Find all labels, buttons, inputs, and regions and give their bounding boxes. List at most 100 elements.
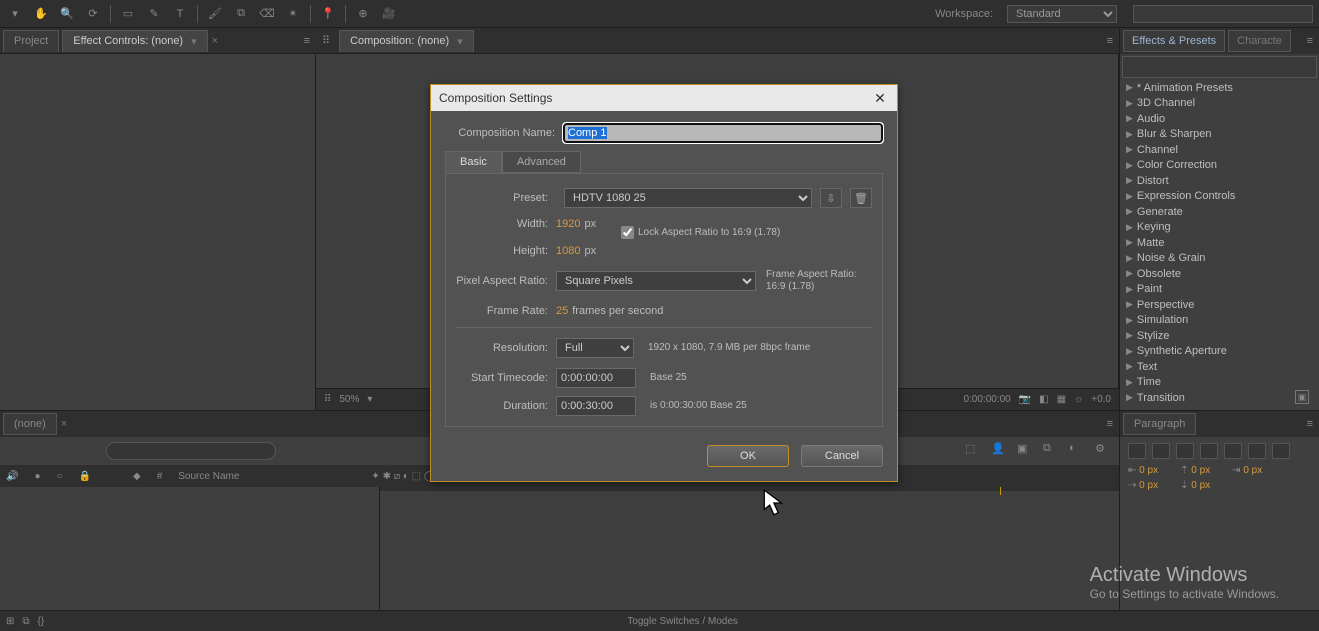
- justify-last-center-button[interactable]: [1224, 443, 1242, 459]
- composition-name-input[interactable]: [563, 123, 883, 143]
- effects-category[interactable]: ▶Simulation: [1120, 313, 1319, 329]
- dialog-titlebar[interactable]: Composition Settings ✕: [431, 85, 897, 111]
- brackets-icon[interactable]: {}: [38, 616, 45, 627]
- close-icon[interactable]: ✕: [871, 89, 889, 107]
- ok-button[interactable]: OK: [707, 445, 789, 467]
- panel-grip-icon[interactable]: ⠿: [316, 34, 336, 47]
- close-icon[interactable]: ×: [57, 418, 71, 430]
- zoom-tool-icon[interactable]: 🔍: [58, 5, 76, 23]
- delete-preset-icon[interactable]: 🗑: [850, 188, 872, 208]
- eraser-tool-icon[interactable]: ⌫: [258, 5, 276, 23]
- tab-advanced[interactable]: Advanced: [502, 151, 581, 173]
- panel-menu-icon[interactable]: ≡: [1301, 35, 1319, 47]
- effects-category[interactable]: ▶Noise & Grain: [1120, 251, 1319, 267]
- snapshot-icon[interactable]: 📷: [1019, 394, 1031, 405]
- shy-icon[interactable]: 👤: [991, 442, 1009, 460]
- brainstorm-icon[interactable]: ⚙: [1095, 442, 1113, 460]
- effects-category[interactable]: ▶Blur & Sharpen: [1120, 127, 1319, 143]
- align-left-button[interactable]: [1128, 443, 1146, 459]
- tab-composition[interactable]: Composition: (none)▾: [339, 30, 474, 52]
- stamp-tool-icon[interactable]: ⧉: [232, 5, 250, 23]
- draft3d-icon[interactable]: ▣: [1017, 442, 1035, 460]
- effects-category[interactable]: ▶Distort: [1120, 173, 1319, 189]
- panel-menu-icon[interactable]: ≡: [298, 35, 316, 47]
- rect-tool-icon[interactable]: ▭: [119, 5, 137, 23]
- tab-effect-controls[interactable]: Effect Controls: (none)▾: [62, 30, 207, 52]
- indent-left-value[interactable]: 0 px: [1139, 465, 1158, 476]
- audio-icon[interactable]: 🔊: [6, 471, 18, 482]
- effects-category[interactable]: ▶* Animation Presets: [1120, 80, 1319, 96]
- par-select[interactable]: Square Pixels: [556, 271, 756, 291]
- camera-tool-icon[interactable]: 🎥: [380, 5, 398, 23]
- tab-basic[interactable]: Basic: [445, 151, 502, 173]
- type-tool-icon[interactable]: T: [171, 5, 189, 23]
- source-name-header[interactable]: Source Name: [178, 471, 239, 482]
- time-indicator[interactable]: [1000, 487, 1001, 495]
- preset-select[interactable]: HDTV 1080 25: [564, 188, 812, 208]
- effects-category[interactable]: ▶Channel: [1120, 142, 1319, 158]
- new-bin-icon[interactable]: ▣: [1295, 390, 1309, 404]
- timeline-ruler[interactable]: [380, 487, 1119, 610]
- tab-timeline-none[interactable]: (none): [3, 413, 57, 435]
- tab-paragraph[interactable]: Paragraph: [1123, 413, 1196, 435]
- hand-tool-icon[interactable]: ✋: [32, 5, 50, 23]
- render-icon[interactable]: ⧉: [22, 616, 29, 627]
- dropdown-icon[interactable]: ▾: [453, 35, 463, 48]
- effects-category[interactable]: ▶Generate: [1120, 204, 1319, 220]
- label-icon[interactable]: ◆: [133, 471, 141, 482]
- justify-last-left-button[interactable]: [1200, 443, 1218, 459]
- lock-aspect-checkbox[interactable]: [621, 226, 634, 239]
- panel-menu-icon[interactable]: ≡: [1301, 418, 1319, 430]
- rotate-tool-icon[interactable]: ⟳: [84, 5, 102, 23]
- effects-category[interactable]: ▶Perspective: [1120, 297, 1319, 313]
- tab-project[interactable]: Project: [3, 30, 59, 52]
- close-icon[interactable]: ×: [208, 35, 222, 47]
- start-timecode-input[interactable]: [556, 368, 636, 388]
- lock-icon[interactable]: 🔒: [79, 471, 91, 482]
- effects-category[interactable]: ▶Transition: [1120, 390, 1319, 406]
- space-after-value[interactable]: 0 px: [1191, 480, 1210, 491]
- graph-icon[interactable]: ⬚: [965, 442, 983, 460]
- panel-menu-icon[interactable]: ≡: [1101, 35, 1119, 47]
- space-before-value[interactable]: 0 px: [1191, 465, 1210, 476]
- dropdown-icon[interactable]: ▾: [187, 35, 197, 48]
- motionblur-icon[interactable]: ◐: [1069, 442, 1087, 460]
- axis-tool-icon[interactable]: ⊕: [354, 5, 372, 23]
- align-right-button[interactable]: [1176, 443, 1194, 459]
- puppet-tool-icon[interactable]: 📍: [319, 5, 337, 23]
- save-preset-icon[interactable]: ⇩: [820, 188, 842, 208]
- expand-icon[interactable]: ⊞: [6, 616, 14, 627]
- width-value[interactable]: 1920: [556, 218, 580, 230]
- cancel-button[interactable]: Cancel: [801, 445, 883, 467]
- selection-tool-icon[interactable]: ▾: [6, 5, 24, 23]
- workspace-select[interactable]: Standard: [1007, 5, 1117, 23]
- align-center-button[interactable]: [1152, 443, 1170, 459]
- effects-category[interactable]: ▶Synthetic Aperture: [1120, 344, 1319, 360]
- effects-search-input[interactable]: [1122, 56, 1317, 78]
- layer-search-input[interactable]: [106, 442, 276, 460]
- zoom-readout[interactable]: 50%: [339, 394, 359, 405]
- first-line-value[interactable]: 0 px: [1139, 480, 1158, 491]
- justify-last-right-button[interactable]: [1248, 443, 1266, 459]
- effects-category[interactable]: ▶Paint: [1120, 282, 1319, 298]
- effects-category[interactable]: ▶Matte: [1120, 235, 1319, 251]
- roto-tool-icon[interactable]: ✴: [284, 5, 302, 23]
- effects-category[interactable]: ▶Expression Controls: [1120, 189, 1319, 205]
- effects-category[interactable]: ▶Audio: [1120, 111, 1319, 127]
- effects-category[interactable]: ▶Color Correction: [1120, 158, 1319, 174]
- solo-icon[interactable]: ○: [57, 471, 63, 482]
- exposure-icon[interactable]: ☼: [1074, 394, 1083, 405]
- exposure-readout[interactable]: +0.0: [1091, 394, 1111, 405]
- effects-category[interactable]: ▶Obsolete: [1120, 266, 1319, 282]
- help-search-input[interactable]: [1133, 5, 1313, 23]
- grid-icon[interactable]: ▦: [1057, 394, 1066, 405]
- timecode-readout[interactable]: 0:00:00:00: [963, 394, 1010, 405]
- pen-tool-icon[interactable]: ✎: [145, 5, 163, 23]
- effects-category[interactable]: ▶3D Channel: [1120, 96, 1319, 112]
- dropdown-icon[interactable]: ▾: [367, 394, 372, 405]
- brush-tool-icon[interactable]: 🖌: [206, 5, 224, 23]
- effects-category[interactable]: ▶Text: [1120, 359, 1319, 375]
- tab-effects-presets[interactable]: Effects & Presets: [1123, 30, 1225, 52]
- toggle-switches-modes-button[interactable]: Toggle Switches / Modes: [627, 616, 738, 627]
- eye-icon[interactable]: ●: [34, 471, 40, 482]
